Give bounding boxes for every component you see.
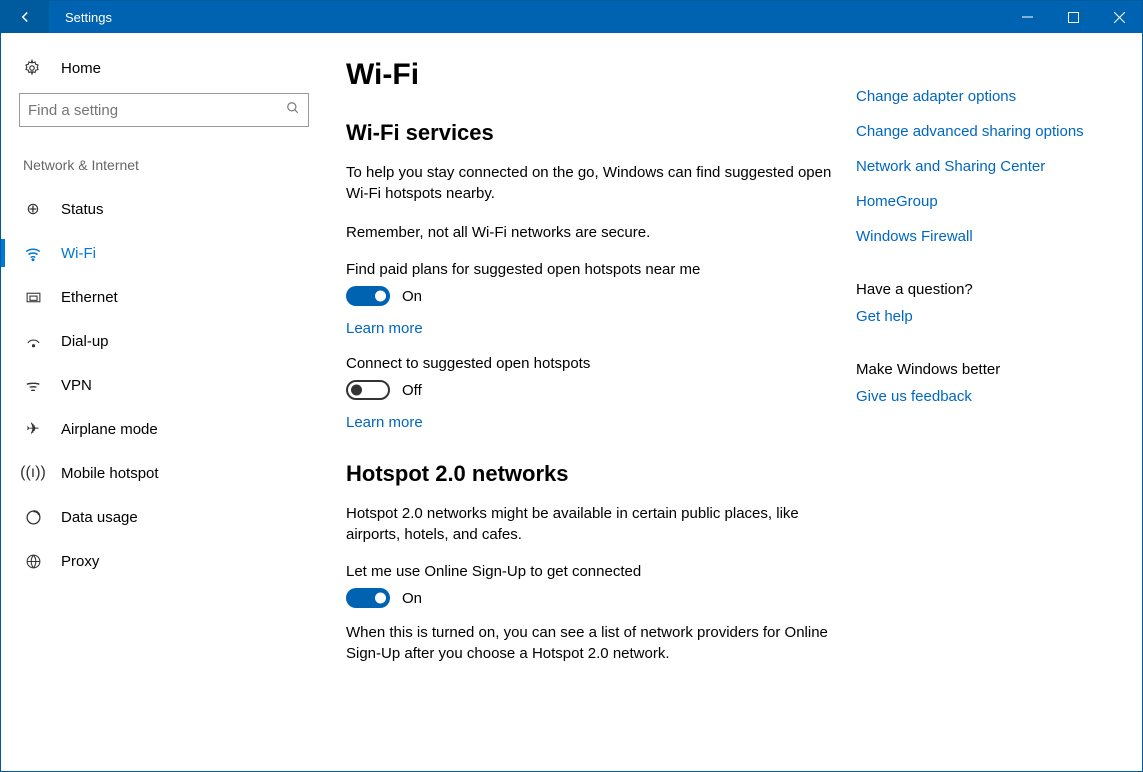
main-content: Wi-Fi Wi-Fi services To help you stay co… <box>321 33 1142 771</box>
toggle-label-online-signup: Let me use Online Sign-Up to get connect… <box>346 563 856 580</box>
gear-icon <box>23 59 43 77</box>
sidebar: Home Network & Internet ⊕ Status Wi-Fi <box>1 33 321 771</box>
get-help-link[interactable]: Get help <box>856 308 1116 325</box>
sidebar-item-ethernet[interactable]: Ethernet <box>19 275 321 319</box>
sidebar-item-label: Wi-Fi <box>61 245 96 262</box>
home-button[interactable]: Home <box>19 51 321 93</box>
related-links: Change adapter options Change advanced s… <box>856 58 1116 771</box>
sidebar-item-hotspot[interactable]: ((ı)) Mobile hotspot <box>19 451 321 495</box>
toggle-label-paid-plans: Find paid plans for suggested open hotsp… <box>346 261 856 278</box>
status-icon: ⊕ <box>23 199 43 219</box>
sidebar-item-wifi[interactable]: Wi-Fi <box>19 231 321 275</box>
sidebar-item-datausage[interactable]: Data usage <box>19 495 321 539</box>
link-network-sharing-center[interactable]: Network and Sharing Center <box>856 158 1116 175</box>
vpn-icon: ᯤ <box>23 374 43 396</box>
search-icon <box>286 101 300 119</box>
ethernet-icon <box>23 289 43 306</box>
datausage-icon <box>23 509 43 526</box>
sidebar-item-label: VPN <box>61 377 92 394</box>
wifi-icon <box>23 244 43 262</box>
sidebar-item-label: Data usage <box>61 509 138 526</box>
sidebar-item-dialup[interactable]: Dial-up <box>19 319 321 363</box>
toggle-state-open-hotspots: Off <box>402 382 422 399</box>
question-heading: Have a question? <box>856 281 1116 298</box>
toggle-paid-plans[interactable] <box>346 286 390 306</box>
close-button[interactable] <box>1096 1 1142 33</box>
hotspot20-desc-1: Hotspot 2.0 networks might be available … <box>346 503 856 545</box>
maximize-button[interactable] <box>1050 1 1096 33</box>
toggle-state-online-signup: On <box>402 590 422 607</box>
page-title: Wi-Fi <box>346 58 856 92</box>
sidebar-item-vpn[interactable]: ᯤ VPN <box>19 363 321 407</box>
sidebar-item-proxy[interactable]: Proxy <box>19 539 321 583</box>
sidebar-item-label: Ethernet <box>61 289 118 306</box>
toggle-label-open-hotspots: Connect to suggested open hotspots <box>346 355 856 372</box>
sidebar-item-label: Dial-up <box>61 333 109 350</box>
hotspot-icon: ((ı)) <box>23 464 43 482</box>
window-title: Settings <box>65 10 112 25</box>
link-advanced-sharing[interactable]: Change advanced sharing options <box>856 123 1116 140</box>
learn-more-link-1[interactable]: Learn more <box>346 320 856 337</box>
dialup-icon <box>23 333 43 350</box>
back-button[interactable] <box>1 1 49 33</box>
hotspot20-desc-2: When this is turned on, you can see a li… <box>346 622 856 664</box>
search-input[interactable] <box>28 102 286 119</box>
learn-more-link-2[interactable]: Learn more <box>346 414 856 431</box>
sidebar-item-airplane[interactable]: ✈ Airplane mode <box>19 407 321 451</box>
toggle-state-paid-plans: On <box>402 288 422 305</box>
titlebar: Settings <box>1 1 1142 33</box>
sidebar-item-label: Airplane mode <box>61 421 158 438</box>
link-change-adapter[interactable]: Change adapter options <box>856 88 1116 105</box>
wifi-services-desc-1: To help you stay connected on the go, Wi… <box>346 162 856 204</box>
sidebar-item-label: Status <box>61 201 104 218</box>
feedback-heading: Make Windows better <box>856 361 1116 378</box>
feedback-link[interactable]: Give us feedback <box>856 388 1116 405</box>
sidebar-item-label: Mobile hotspot <box>61 465 159 482</box>
sidebar-category: Network & Internet <box>19 157 321 173</box>
section-heading-hotspot20: Hotspot 2.0 networks <box>346 461 856 487</box>
home-label: Home <box>61 60 101 77</box>
toggle-online-signup[interactable] <box>346 588 390 608</box>
toggle-open-hotspots[interactable] <box>346 380 390 400</box>
airplane-icon: ✈ <box>23 419 43 439</box>
link-homegroup[interactable]: HomeGroup <box>856 193 1116 210</box>
minimize-button[interactable] <box>1004 1 1050 33</box>
sidebar-item-label: Proxy <box>61 553 99 570</box>
proxy-icon <box>23 553 43 570</box>
sidebar-item-status[interactable]: ⊕ Status <box>19 187 321 231</box>
link-windows-firewall[interactable]: Windows Firewall <box>856 228 1116 245</box>
wifi-services-desc-2: Remember, not all Wi-Fi networks are sec… <box>346 222 856 243</box>
search-box[interactable] <box>19 93 309 127</box>
section-heading-wifi-services: Wi-Fi services <box>346 120 856 146</box>
